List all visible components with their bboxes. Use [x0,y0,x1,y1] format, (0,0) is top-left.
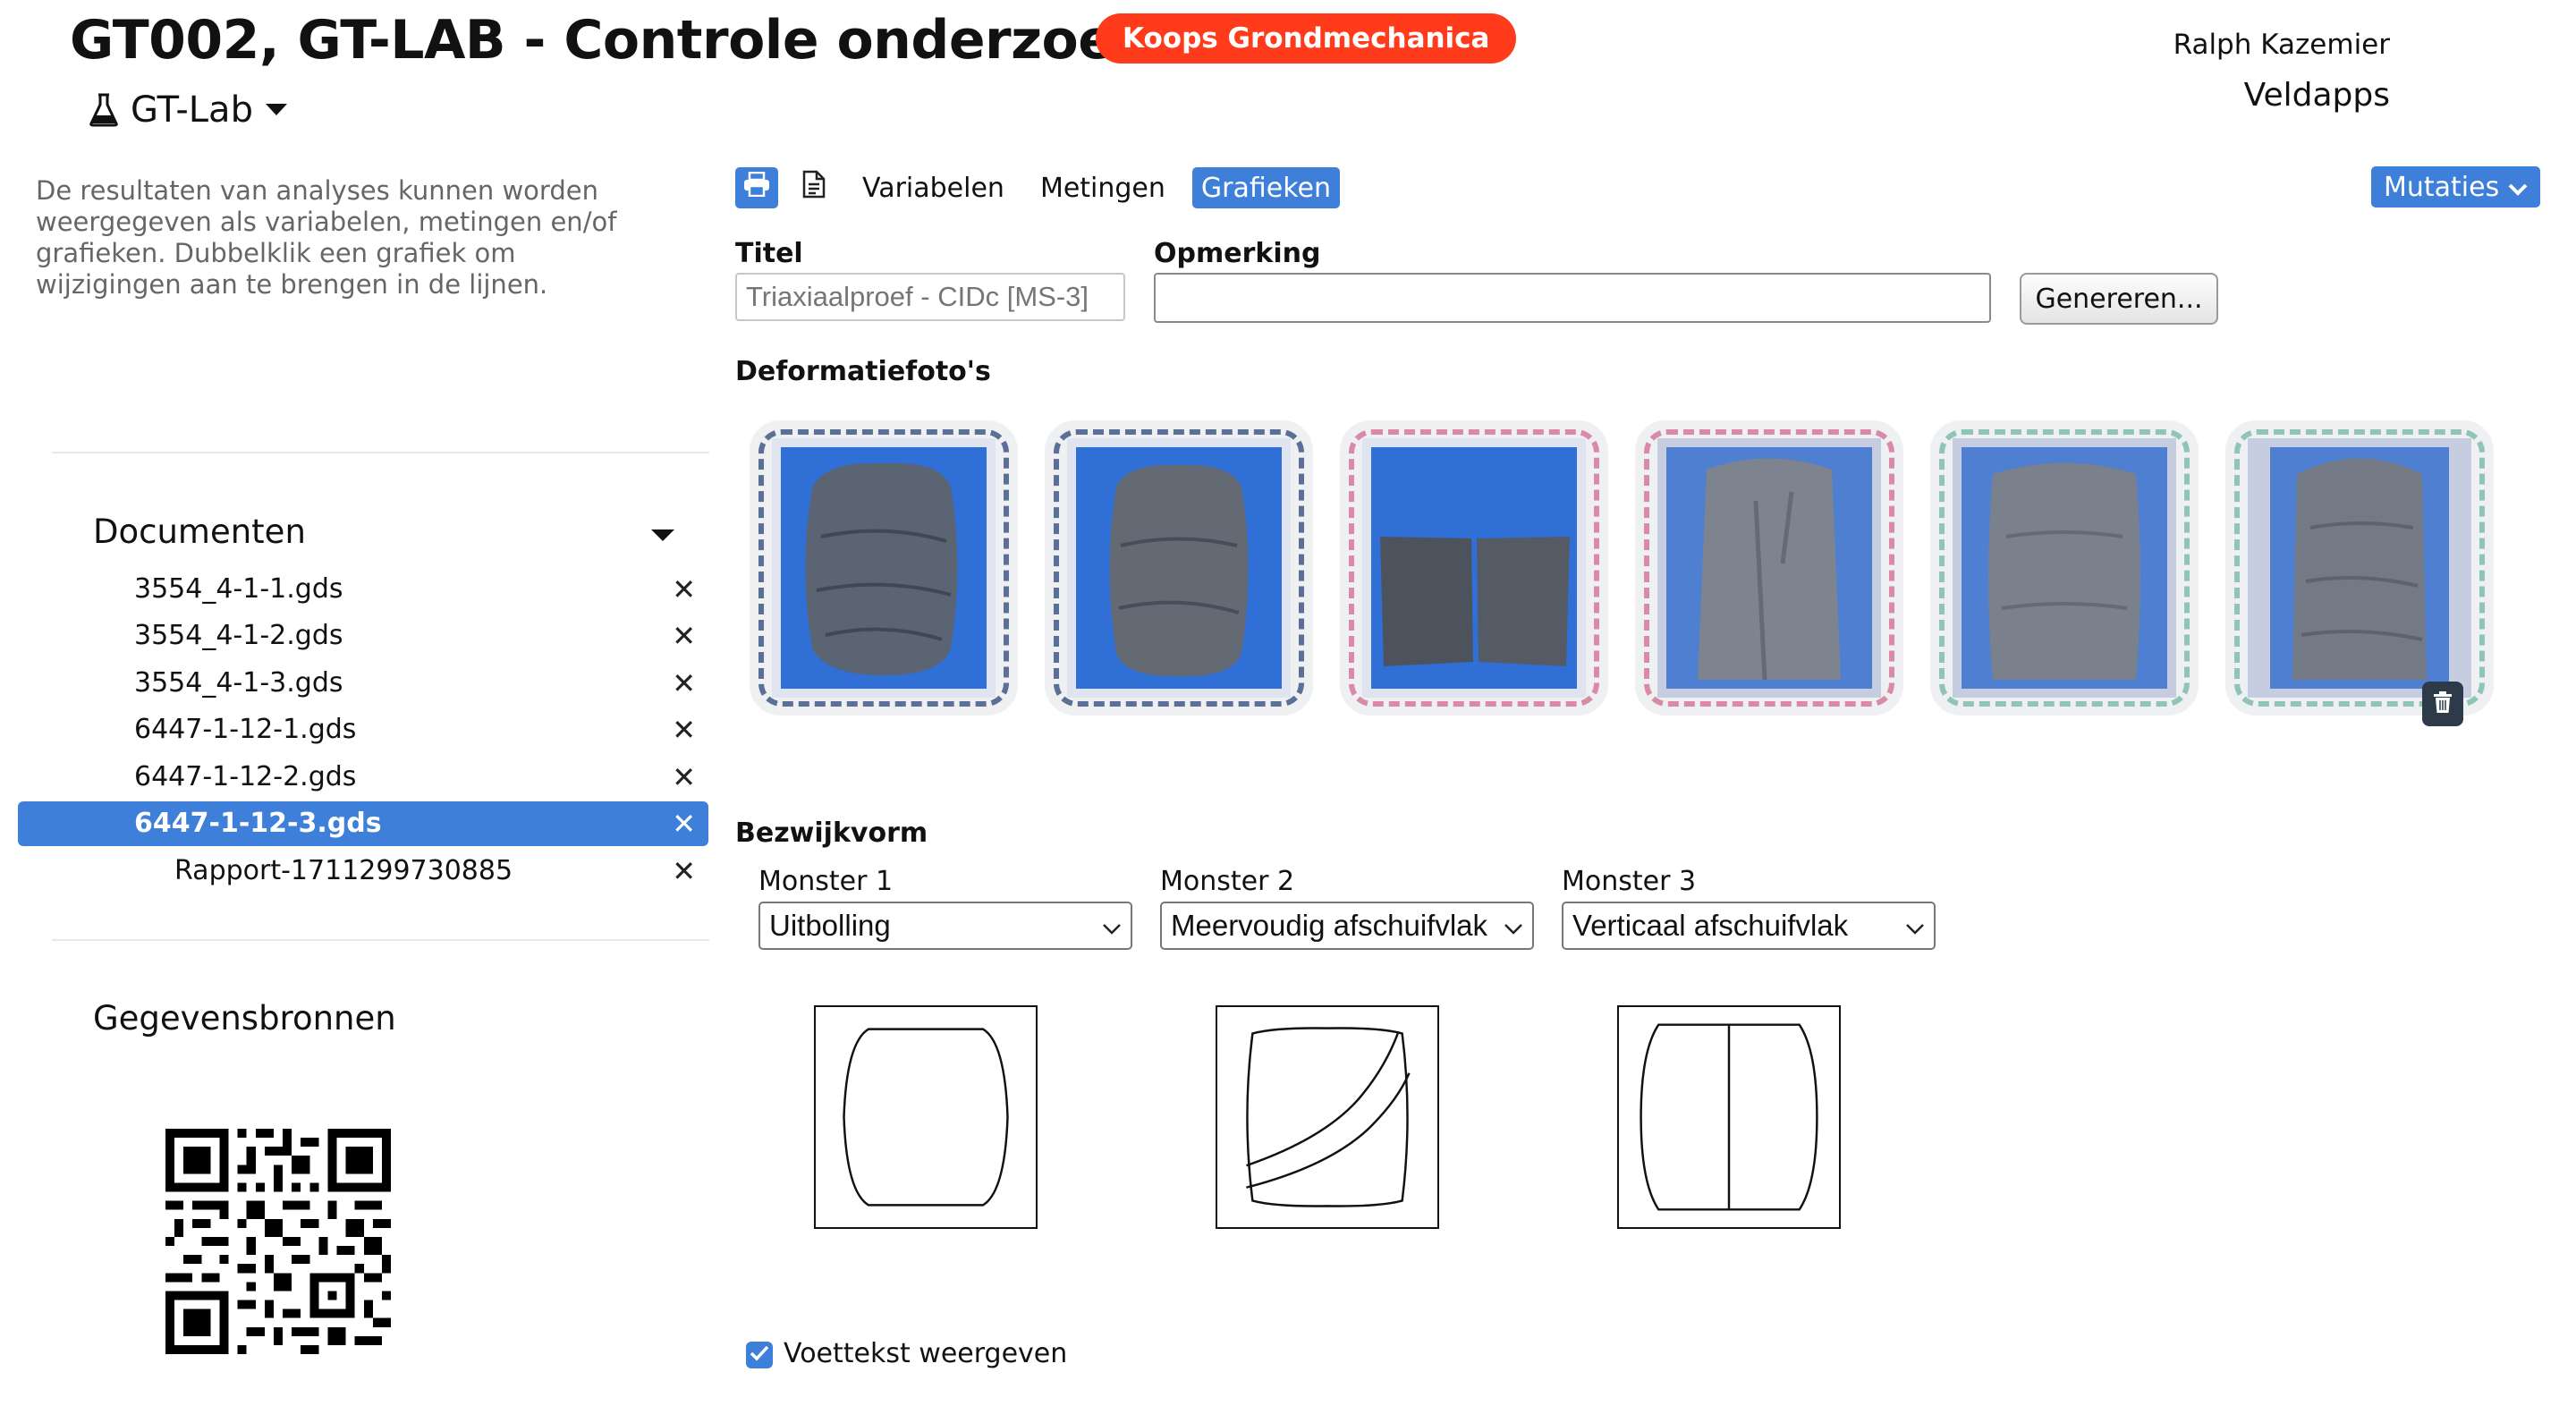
remove-icon[interactable]: ✕ [672,661,696,706]
document-item[interactable]: 6447-1-12-2.gds ✕ [18,755,708,800]
intro-text: De resultaten van analyses kunnen worden… [36,175,617,300]
document-label: 3554_4-1-2.gds [134,620,343,651]
deformation-photo[interactable] [1045,420,1313,716]
mutaties-label: Mutaties [2384,171,2500,203]
photo-frame [1054,429,1304,707]
vertical-shear-failure-diagram [1617,1005,1841,1229]
sample-1-label: Monster 1 [758,866,894,897]
toolbar: Variabelen Metingen Grafieken [735,166,1340,209]
chevron-down-icon [1102,909,1122,943]
sample-2-failure-select[interactable]: Meervoudig afschuifvlak [1160,902,1534,950]
note-label: Opmerking [1154,238,1321,269]
mutaties-dropdown-button[interactable]: Mutaties [2371,166,2541,208]
qr-code [165,1129,391,1354]
remove-icon[interactable]: ✕ [672,567,696,612]
remove-icon[interactable]: ✕ [672,614,696,658]
document-label: 6447-1-12-3.gds [134,808,382,839]
sample-1-value: Uitbolling [769,909,891,942]
photo-frame [2234,429,2485,707]
document-item[interactable]: 3554_4-1-1.gds ✕ [18,567,708,612]
chevron-down-icon [1504,909,1523,943]
deformation-photo[interactable] [2225,420,2494,716]
chevron-down-icon [1905,909,1925,943]
remove-icon[interactable]: ✕ [672,801,696,846]
deformation-photo[interactable] [1930,420,2199,716]
sample-photo [1067,438,1291,698]
sample-photo [1362,438,1586,698]
document-label: Rapport-1711299730885 [174,855,513,886]
sample-2-label: Monster 2 [1160,866,1295,897]
checkmark-icon [750,1345,769,1365]
tab-metingen[interactable]: Metingen [1031,167,1174,208]
caret-down-icon [265,104,287,116]
sample-photo [1657,438,1881,698]
sample-3-label: Monster 3 [1562,866,1697,897]
chevron-down-icon [2508,172,2528,203]
photo-frame [1939,429,2190,707]
bulging-failure-diagram [814,1005,1038,1229]
print-icon [743,171,770,204]
show-footer-checkbox[interactable] [746,1342,773,1368]
deformation-photo[interactable] [750,420,1018,716]
failure-mode-heading: Bezwijkvorm [735,817,928,849]
tab-variabelen[interactable]: Variabelen [853,167,1013,208]
organization-name[interactable]: Veldapps [2244,77,2390,114]
deformation-photo[interactable] [1635,420,1903,716]
document-label: 6447-1-12-1.gds [134,714,357,745]
sample-1-failure-select[interactable]: Uitbolling [758,902,1132,950]
sample-3-failure-select[interactable]: Verticaal afschuifvlak [1562,902,1936,950]
multiple-shear-failure-diagram [1216,1005,1439,1229]
title-input[interactable] [735,273,1125,321]
documents-heading: Documenten [93,512,306,551]
document-button[interactable] [792,167,835,208]
document-label: 3554_4-1-1.gds [134,573,343,605]
tab-grafieken[interactable]: Grafieken [1191,167,1340,208]
remove-icon[interactable]: ✕ [672,755,696,800]
photo-frame [758,429,1009,707]
photo-frame [1644,429,1894,707]
document-label: 3554_4-1-3.gds [134,667,343,699]
delete-photo-button[interactable] [2422,682,2463,726]
document-item[interactable]: 3554_4-1-2.gds ✕ [18,614,708,658]
deformation-photo[interactable] [1340,420,1608,716]
user-name[interactable]: Ralph Kazemier [2174,29,2390,61]
sample-3-value: Verticaal afschuifvlak [1572,909,1849,942]
sample-photo [772,438,996,698]
show-footer-label[interactable]: Voettekst weergeven [784,1338,1067,1369]
flask-icon [89,93,118,127]
data-sources-heading: Gegevensbronnen [93,999,396,1038]
app-menu[interactable]: GT-Lab [89,89,287,131]
document-label: 6447-1-12-2.gds [134,761,357,792]
app-menu-label: GT-Lab [131,89,253,131]
remove-icon[interactable]: ✕ [672,849,696,894]
document-item[interactable]: 3554_4-1-3.gds ✕ [18,661,708,706]
remove-icon[interactable]: ✕ [672,707,696,752]
document-item-selected[interactable]: 6447-1-12-3.gds ✕ [18,801,708,846]
page-title: GT002, GT-LAB - Controle onderzoek [70,9,1149,72]
generate-button[interactable]: Genereren... [2020,273,2218,325]
print-button[interactable] [735,167,778,208]
note-input[interactable] [1154,273,1991,323]
divider [52,452,709,453]
document-icon [802,170,826,206]
photo-frame [1349,429,1599,707]
document-child-item[interactable]: Rapport-1711299730885 ✕ [18,849,708,894]
deformation-photos-heading: Deformatiefoto's [735,356,991,387]
sample-2-value: Meervoudig afschuifvlak [1171,909,1488,942]
sample-photo [2248,438,2471,698]
company-badge: Koops Grondmechanica [1096,13,1517,64]
sample-photo [1953,438,2176,698]
divider [52,939,709,941]
title-label: Titel [735,238,803,269]
document-item[interactable]: 6447-1-12-1.gds ✕ [18,707,708,752]
documents-toggle-icon[interactable] [651,529,674,541]
trash-icon [2433,690,2453,717]
